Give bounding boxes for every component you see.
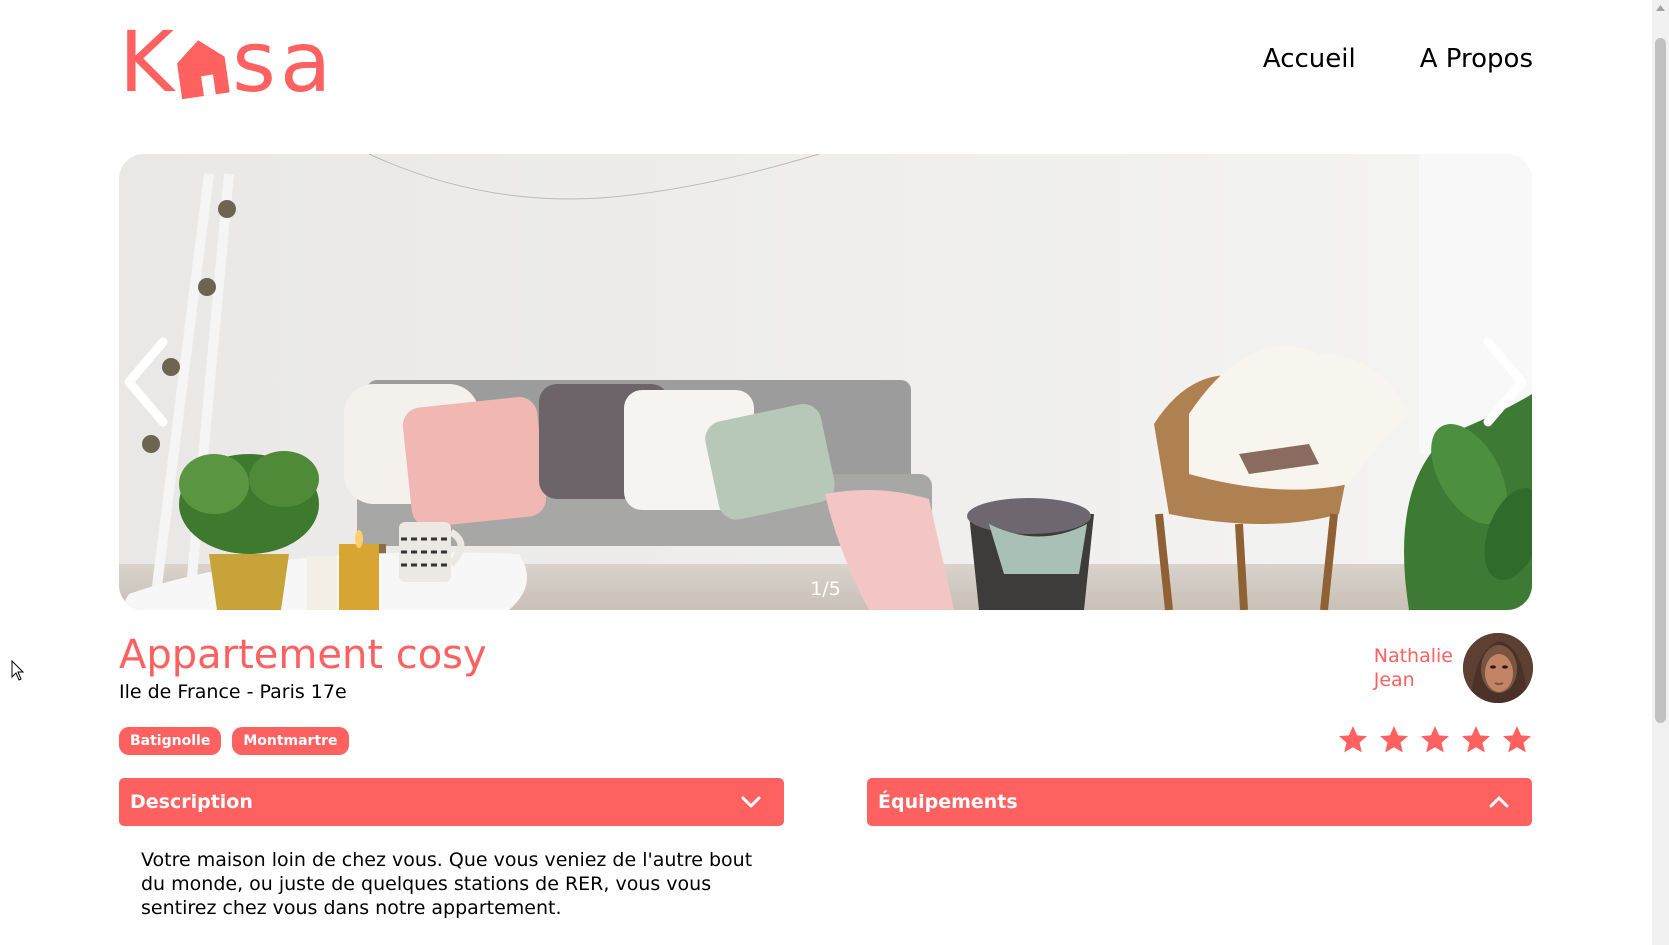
chevron-down-icon[interactable] bbox=[740, 795, 762, 809]
scrollbar-thumb[interactable] bbox=[1655, 38, 1666, 723]
house-icon bbox=[177, 40, 230, 100]
host-info: Nathalie Jean bbox=[1374, 633, 1533, 703]
star-icon bbox=[1339, 726, 1367, 753]
host-avatar bbox=[1463, 633, 1533, 703]
kasa-logo[interactable]: K sa bbox=[119, 13, 336, 111]
equipments-collapse-title: Équipements bbox=[878, 791, 1018, 813]
tag-montmartre: Montmartre bbox=[232, 727, 349, 755]
carousel-prev-button[interactable] bbox=[119, 334, 179, 430]
tag-batignolle: Batignolle bbox=[119, 727, 222, 755]
equipments-collapse-toggle[interactable]: Équipements bbox=[867, 778, 1532, 826]
listing-title: Appartement cosy bbox=[119, 632, 487, 678]
carousel-counter: 1/5 bbox=[810, 578, 841, 600]
carousel-image bbox=[119, 154, 1532, 610]
description-collapse-title: Description bbox=[130, 791, 253, 813]
rating-stars bbox=[1337, 724, 1533, 756]
star-icon bbox=[1380, 726, 1408, 753]
logo-letter-k: K bbox=[119, 13, 174, 111]
description-collapse-toggle[interactable]: Description bbox=[119, 778, 784, 826]
host-first-name: Nathalie bbox=[1373, 645, 1453, 667]
star-icon bbox=[1462, 726, 1490, 753]
carousel-next-button[interactable] bbox=[1472, 334, 1532, 430]
mouse-cursor-icon bbox=[11, 660, 25, 681]
star-icon bbox=[1421, 726, 1449, 753]
nav-link-a-propos[interactable]: A Propos bbox=[1420, 44, 1533, 74]
star-icon bbox=[1503, 726, 1531, 753]
nav-link-accueil[interactable]: Accueil bbox=[1263, 44, 1356, 74]
host-last-name: Jean bbox=[1373, 669, 1415, 691]
tag-list: Batignolle Montmartre bbox=[119, 727, 349, 755]
listing-location: Ile de France - Paris 17e bbox=[119, 681, 347, 703]
chevron-up-icon[interactable] bbox=[1488, 795, 1510, 809]
description-collapse: Description Votre maison loin de chez vo… bbox=[119, 778, 784, 920]
photo-carousel: 1/5 bbox=[119, 154, 1532, 610]
main-nav: Accueil A Propos bbox=[1263, 44, 1533, 74]
equipments-collapse: Équipements bbox=[867, 778, 1532, 826]
description-text: Votre maison loin de chez vous. Que vous… bbox=[141, 849, 753, 919]
page-scrollbar[interactable] bbox=[1652, 0, 1669, 945]
scroll-up-arrow-icon[interactable] bbox=[1652, 0, 1669, 17]
host-name: Nathalie Jean bbox=[1374, 644, 1453, 692]
logo-letters-sa: sa bbox=[232, 13, 336, 111]
page: K sa Accueil A Propos 1/5 Appartement co… bbox=[0, 0, 1669, 945]
